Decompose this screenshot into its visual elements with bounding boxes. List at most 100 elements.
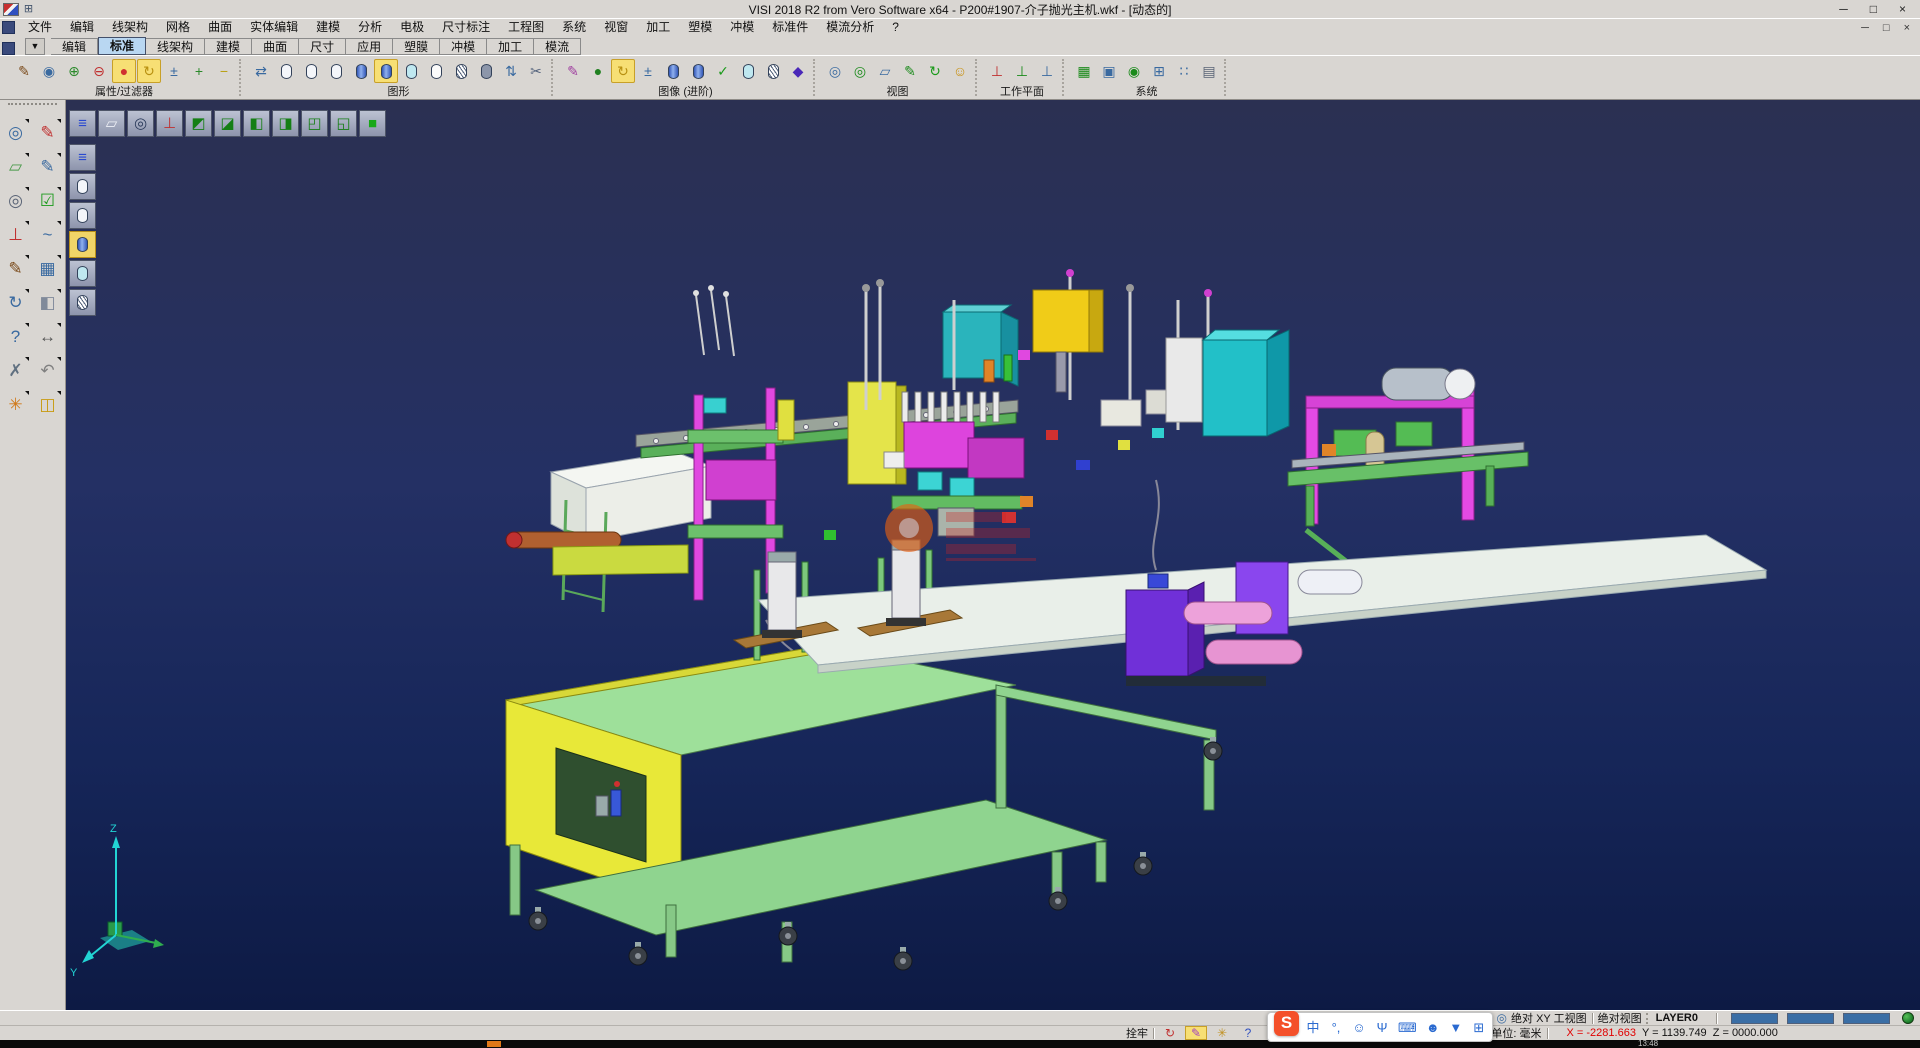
ucs-axis-icon[interactable]: ⊥ <box>1 220 30 249</box>
lock-toggle[interactable]: 拴牢 <box>1126 1025 1148 1041</box>
globe-icon[interactable]: ◉ <box>1122 59 1146 83</box>
tab-machining[interactable]: 加工 <box>487 38 534 55</box>
navigate-wheel-icon[interactable]: ✳ <box>1 390 30 419</box>
dashed-hidden-icon[interactable] <box>324 59 348 83</box>
tab-modeling[interactable]: 建模 <box>205 38 252 55</box>
menu-file[interactable]: 文件 <box>19 19 61 36</box>
wireframe-icon[interactable] <box>274 59 298 83</box>
menu-machining[interactable]: 加工 <box>637 19 679 36</box>
view-attributes-icon[interactable]: ◉ <box>37 59 61 83</box>
view-top-icon[interactable]: ◩ <box>185 110 212 137</box>
tab-standard[interactable]: 标准 <box>98 37 146 55</box>
tabbar-dropdown-icon[interactable]: ▼ <box>25 38 45 55</box>
open-folder-icon[interactable]: ◫ <box>33 390 62 419</box>
regen-graphics-icon[interactable]: ⇄ <box>249 59 273 83</box>
add-visible-icon[interactable]: ⊕ <box>62 59 86 83</box>
menu-solid-edit[interactable]: 实体编辑 <box>241 19 307 36</box>
menu-dimension[interactable]: 尺寸标注 <box>433 19 499 36</box>
tab-wireframe[interactable]: 线架构 <box>146 38 205 55</box>
menu-flow-analysis[interactable]: 模流分析 <box>817 19 883 36</box>
menu-edit[interactable]: 编辑 <box>61 19 103 36</box>
advanced-hatched-icon[interactable] <box>761 59 785 83</box>
menu-system[interactable]: 系统 <box>553 19 595 36</box>
menu-surface[interactable]: 曲面 <box>199 19 241 36</box>
curve-icon[interactable]: ~ <box>33 220 62 249</box>
plane-select-icon[interactable]: ▱ <box>1 152 30 181</box>
filter-traffic-light-icon[interactable]: ● <box>112 59 136 83</box>
edit-attributes-icon[interactable]: ✎ <box>12 59 36 83</box>
show-all-icon[interactable]: + <box>187 59 211 83</box>
validate-display-icon[interactable]: ✓ <box>711 59 735 83</box>
display-hatched-icon[interactable] <box>69 289 96 316</box>
skin-icon[interactable]: ▼ <box>1449 1021 1463 1034</box>
advanced-edit-view-icon[interactable]: ✎ <box>561 59 585 83</box>
emoji-icon[interactable]: ☺ <box>1352 1021 1366 1034</box>
menu-mould[interactable]: 塑模 <box>679 19 721 36</box>
tab-apply[interactable]: 应用 <box>346 38 393 55</box>
advanced-toggle-icon[interactable]: ± <box>636 59 660 83</box>
shaded-icon[interactable] <box>349 59 373 83</box>
plot-icon[interactable]: ⊞ <box>21 2 36 17</box>
menu-analysis[interactable]: 分析 <box>349 19 391 36</box>
delete-graphics-icon[interactable] <box>474 59 498 83</box>
annotate-view-icon[interactable]: ✎ <box>898 59 922 83</box>
remove-visible-icon[interactable]: ⊖ <box>87 59 111 83</box>
hide-all-icon[interactable]: − <box>212 59 236 83</box>
snapshot-icon[interactable]: ✂ <box>524 59 548 83</box>
copy-graphics-icon[interactable]: ⇅ <box>499 59 523 83</box>
refresh-view-icon[interactable]: ↻ <box>923 59 947 83</box>
mdi-restore-button[interactable]: □ <box>1883 22 1890 34</box>
table-icon[interactable]: ⊞ <box>1147 59 1171 83</box>
menu-window[interactable]: 视窗 <box>595 19 637 36</box>
dynamic-view-icon[interactable]: ▱ <box>873 59 897 83</box>
workplane-indicator[interactable]: 绝对 XY 工视图 <box>1511 1010 1587 1026</box>
tab-die[interactable]: 冲模 <box>440 38 487 55</box>
menu-mesh[interactable]: 网格 <box>157 19 199 36</box>
advanced-refresh-icon[interactable]: ↻ <box>611 59 635 83</box>
view-mode-selector[interactable]: 绝对视图 <box>1598 1010 1642 1026</box>
edit-delete-icon[interactable]: ✎ <box>33 118 62 147</box>
increments-icon[interactable]: ∷ <box>1172 59 1196 83</box>
menu-electrode[interactable]: 电极 <box>391 19 433 36</box>
panel-grip-handle[interactable] <box>8 103 57 109</box>
advanced-filter-icon[interactable]: ● <box>586 59 610 83</box>
toggle-visibility-icon[interactable]: ± <box>162 59 186 83</box>
maximize-button[interactable]: □ <box>1870 2 1877 16</box>
mdi-close-button[interactable]: × <box>1904 22 1910 34</box>
menu-drawing[interactable]: 工程图 <box>499 19 553 36</box>
solid-cube-icon[interactable]: ◧ <box>33 288 62 317</box>
select-zoom-icon[interactable]: ◎ <box>1 118 30 147</box>
mic-icon[interactable]: Ψ <box>1375 1021 1389 1034</box>
viewbar-plane-icon[interactable]: ▱ <box>98 110 125 137</box>
viewbar-axis-icon[interactable]: ⊥ <box>156 110 183 137</box>
view-bottom-icon[interactable]: ◪ <box>214 110 241 137</box>
menu-modeling[interactable]: 建模 <box>307 19 349 36</box>
layers-icon[interactable]: ▤ <box>1197 59 1221 83</box>
displaybar-menu-icon[interactable]: ≡ <box>69 144 96 171</box>
translucent-icon[interactable] <box>399 59 423 83</box>
workplane-axis-icon[interactable]: ⊥ <box>985 59 1009 83</box>
workplane-magnifier-icon[interactable]: ◎ <box>1497 1011 1507 1025</box>
view-right-icon[interactable]: ◱ <box>330 110 357 137</box>
menu-wireframe[interactable]: 线架构 <box>103 19 157 36</box>
view-front-icon[interactable]: ◧ <box>243 110 270 137</box>
punctuation-icon[interactable]: °, <box>1329 1021 1343 1034</box>
tab-dimension[interactable]: 尺寸 <box>299 38 346 55</box>
display-hidden-icon[interactable] <box>69 202 96 229</box>
online-globe-icon[interactable] <box>1902 1012 1914 1024</box>
keyboard-icon[interactable]: ⌨ <box>1398 1021 1417 1034</box>
workplane-edit-icon[interactable]: ⊥ <box>1035 59 1059 83</box>
tab-mould[interactable]: 塑膜 <box>393 38 440 55</box>
grid-window-icon[interactable]: ▦ <box>33 254 62 283</box>
viewbar-zoom-icon[interactable]: ◎ <box>127 110 154 137</box>
shield-icon[interactable]: ◆ <box>786 59 810 83</box>
attributes-icon[interactable]: ✎ <box>1 254 30 283</box>
display-translucent-icon[interactable] <box>69 260 96 287</box>
refresh-visibility-icon[interactable]: ↻ <box>137 59 161 83</box>
tab-edit[interactable]: 编辑 <box>51 38 98 55</box>
zoom-extents-icon[interactable]: ◎ <box>823 59 847 83</box>
viewbar-menu-icon[interactable]: ≡ <box>69 110 96 137</box>
sketch-icon[interactable]: ✎ <box>33 152 62 181</box>
hatched-display-icon[interactable] <box>449 59 473 83</box>
person-icon[interactable]: ☻ <box>1426 1021 1440 1034</box>
